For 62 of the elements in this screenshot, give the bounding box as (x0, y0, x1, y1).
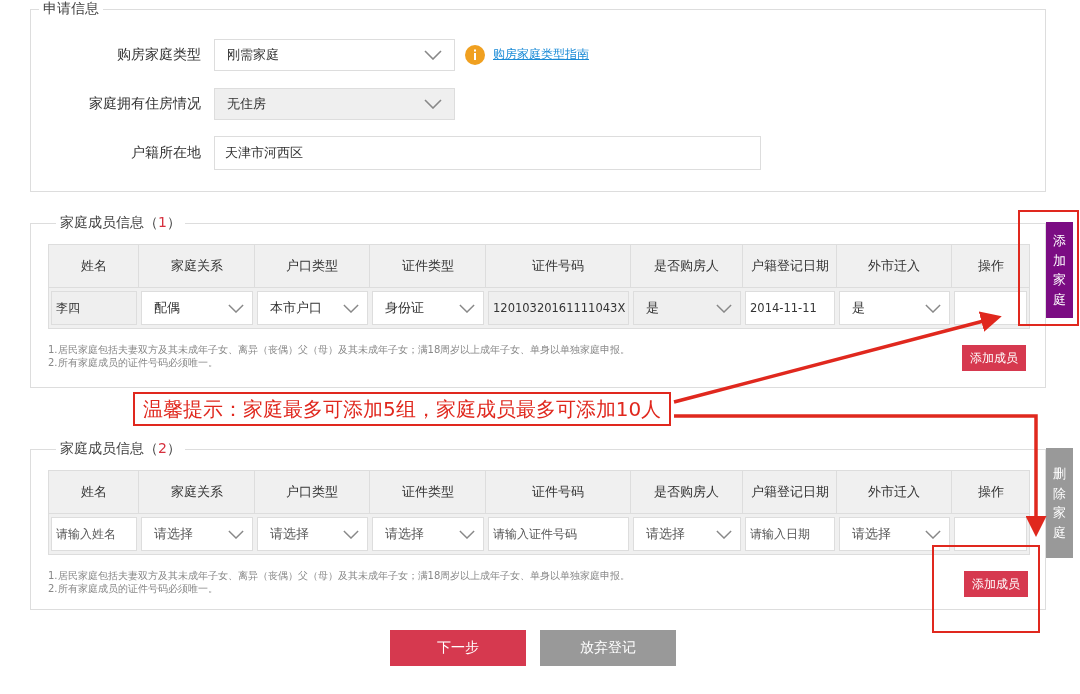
column-header: 户口类型 (255, 245, 370, 287)
column-header: 证件号码 (486, 471, 631, 513)
input-field[interactable]: 请输入姓名 (51, 517, 137, 551)
select-field[interactable]: 请选择 (839, 517, 950, 551)
add-member-button[interactable]: 添加成员 (962, 345, 1026, 371)
column-header: 是否购房人 (631, 471, 743, 513)
input-field[interactable]: 请输入日期 (745, 517, 835, 551)
section-title: 家庭成员信息（2） (59, 440, 182, 458)
chevron-icon (716, 303, 732, 313)
column-header: 操作 (976, 257, 1005, 275)
info-icon (465, 44, 485, 65)
note-text: 1.居民家庭包括夫妻双方及其未成年子女、离异（丧偶）父（母）及其未成年子女；满18周岁以上成年子女、单身以单独家庭申报。 (48, 569, 631, 582)
column-header: 证件类型 (370, 471, 486, 513)
note-text: 1.居民家庭包括夫妻双方及其未成年子女、离异（丧偶）父（母）及其未成年子女；满18周岁以上成年子女、单身以单独家庭申报。 (48, 343, 631, 356)
select-field[interactable]: 刚需家庭 (214, 38, 455, 71)
column-header: 户籍登记日期 (743, 245, 837, 287)
chevron-icon (343, 303, 359, 313)
column-header: 操作 (976, 483, 1005, 501)
next-button[interactable]: 下一步 (390, 630, 526, 666)
select-field[interactable]: 身份证 (372, 291, 484, 325)
select-field[interactable]: 请选择 (257, 517, 368, 551)
field-label: 家庭拥有住房情况 (88, 94, 201, 113)
column-header: 姓名 (49, 245, 139, 287)
select-field[interactable]: 配偶 (141, 291, 253, 325)
chevron-icon (925, 303, 941, 313)
field-label: 户籍所在地 (130, 143, 201, 162)
column-header: 家庭关系 (139, 245, 255, 287)
column-header: 外市迁入 (837, 471, 952, 513)
chevron-icon (459, 529, 475, 539)
column-header: 户籍登记日期 (743, 471, 837, 513)
guide-link[interactable]: 购房家庭类型指南 (493, 46, 589, 63)
column-header: 证件类型 (370, 245, 486, 287)
callout-box: 温馨提示：家庭最多可添加5组，家庭成员最多可添加10人 (133, 392, 672, 426)
chevron-icon (424, 49, 442, 60)
column-header: 户口类型 (255, 471, 370, 513)
section-title: 家庭成员信息（1） (59, 214, 182, 232)
chevron-icon (716, 529, 732, 539)
select-field[interactable]: 请选择 (633, 517, 741, 551)
chevron-icon (925, 529, 941, 539)
column-header: 是否购房人 (631, 245, 743, 287)
chevron-icon (228, 529, 244, 539)
add-member-button[interactable]: 添加成员 (964, 571, 1028, 597)
select-field[interactable]: 请选择 (372, 517, 484, 551)
chevron-icon (228, 303, 244, 313)
column-header: 家庭关系 (139, 471, 255, 513)
chevron-icon (424, 98, 442, 109)
column-header: 证件号码 (486, 245, 631, 287)
input-field[interactable]: 天津市河西区 (214, 135, 761, 170)
column-header: 外市迁入 (837, 245, 952, 287)
note-text: 2.所有家庭成员的证件号码必须唯一。 (48, 356, 219, 369)
chevron-icon (459, 303, 475, 313)
chevron-icon (343, 529, 359, 539)
input-field[interactable]: 2014-11-11 (745, 291, 835, 325)
select-field[interactable]: 请选择 (141, 517, 253, 551)
add-family-button[interactable]: 添加家庭 (1046, 222, 1073, 318)
input-field[interactable]: 请输入证件号码 (488, 517, 629, 551)
select-field[interactable]: 是 (839, 291, 950, 325)
note-text: 2.所有家庭成员的证件号码必须唯一。 (48, 582, 219, 595)
section-title: 申请信息 (42, 0, 100, 18)
select-field[interactable]: 本市户口 (257, 291, 368, 325)
column-header: 姓名 (49, 471, 139, 513)
field-label: 购房家庭类型 (116, 45, 201, 64)
